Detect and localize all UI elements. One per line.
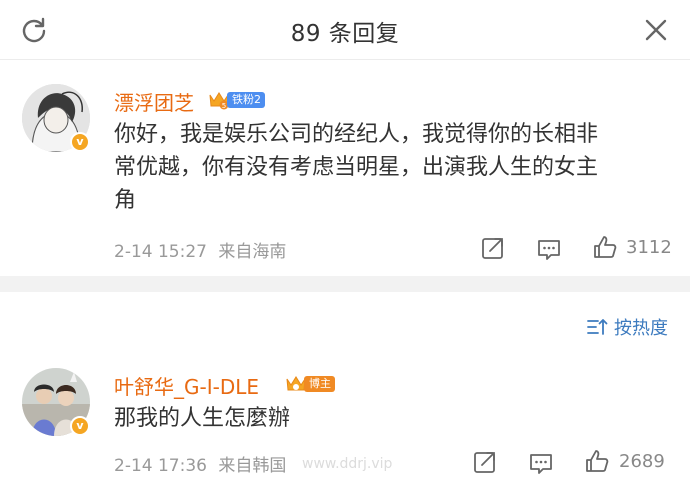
username[interactable]: 叶舒华_G-I-DLE: [114, 371, 259, 400]
like-count: 2689: [619, 451, 665, 472]
page-title: 89 条回复: [290, 21, 400, 47]
comment-location: 来自韩国: [218, 456, 287, 476]
verified-badge-icon: v: [70, 416, 90, 436]
fan-level: 5: [222, 102, 226, 110]
fan-badge[interactable]: 5 铁粉2: [208, 89, 265, 111]
section-divider: [0, 276, 690, 292]
share-icon[interactable]: [480, 235, 506, 261]
sort-icon: [587, 319, 608, 335]
comment-item: v 漂浮团芝 5 铁粉2 你好，我是娱乐公司的经纪人，我觉得你的长相非 常优越，…: [0, 60, 690, 276]
verified-badge-icon: v: [70, 132, 90, 152]
username[interactable]: 漂浮团芝: [114, 87, 194, 116]
sort-by-hot-button[interactable]: 按热度: [586, 314, 668, 340]
top-bar: 89 条回复: [0, 0, 690, 60]
sort-label: 按热度: [614, 318, 668, 339]
like-icon[interactable]: [584, 448, 610, 474]
like-count: 3112: [626, 237, 672, 258]
comment-text-line: 角: [114, 188, 137, 213]
comment-text-line: 常优越，你有没有考虑当明星，出演我人生的女主: [114, 155, 599, 180]
comment-icon[interactable]: [528, 450, 554, 476]
blogger-badge[interactable]: 博主: [285, 373, 335, 395]
watermark: www.ddrj.vip: [302, 456, 393, 472]
close-icon[interactable]: [642, 16, 670, 44]
comment-location: 来自海南: [218, 242, 287, 262]
comment-date: 2-14 17:36: [114, 456, 207, 476]
comment-text: 那我的人生怎麼辦: [114, 402, 674, 435]
comment-date: 2-14 15:27: [114, 242, 207, 262]
comment-text-line: 那我的人生怎麼辦: [114, 406, 291, 431]
share-icon[interactable]: [472, 449, 498, 475]
comment-meta: 2-14 15:27 来自海南: [114, 237, 286, 262]
like-icon[interactable]: [592, 234, 618, 260]
comment-icon[interactable]: [536, 236, 562, 262]
comment-text-line: 你好，我是娱乐公司的经纪人，我觉得你的长相非: [114, 122, 599, 147]
comment-meta: 2-14 17:36 来自韩国: [114, 451, 286, 476]
comment-text: 你好，我是娱乐公司的经纪人，我觉得你的长相非 常优越，你有没有考虑当明星，出演我…: [114, 118, 674, 217]
fan-badge-label: 铁粉2: [227, 92, 265, 108]
blogger-badge-label: 博主: [304, 376, 335, 392]
